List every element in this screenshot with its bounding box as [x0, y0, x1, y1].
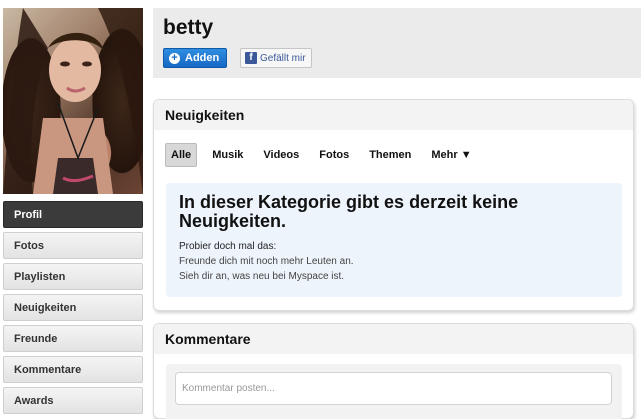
news-filter-tabs: Alle Musik Videos Fotos Themen Mehr ▼ [165, 143, 483, 167]
news-panel: Neuigkeiten Alle Musik Videos Fotos Them… [153, 99, 634, 311]
sidebar-item-label: Awards [14, 394, 54, 407]
sidebar-item-kommentare[interactable]: Kommentare [3, 356, 143, 383]
news-panel-title: Neuigkeiten [165, 107, 245, 123]
filter-tab-alle[interactable]: Alle [165, 143, 198, 167]
filter-tab-fotos[interactable]: Fotos [314, 143, 354, 167]
facebook-like-label: Gefällt mir [260, 52, 306, 64]
news-empty-state: In dieser Kategorie gibt es derzeit kein… [166, 183, 622, 297]
sidebar-item-label: Freunde [14, 332, 58, 345]
profile-sidebar-nav: Profil Fotos Playlisten Neuigkeiten Freu… [3, 201, 143, 418]
facebook-like-button[interactable]: f Gefällt mir [240, 48, 312, 68]
sidebar-item-playlisten[interactable]: Playlisten [3, 263, 143, 290]
sidebar-item-label: Fotos [14, 239, 44, 252]
sidebar-item-neuigkeiten[interactable]: Neuigkeiten [3, 294, 143, 321]
sidebar-item-fotos[interactable]: Fotos [3, 232, 143, 259]
empty-state-title: In dieser Kategorie gibt es derzeit kein… [179, 192, 519, 231]
sidebar-item-freunde[interactable]: Freunde [3, 325, 143, 352]
add-friend-button[interactable]: + Adden [163, 48, 228, 68]
comments-panel-title: Kommentare [165, 331, 251, 347]
filter-tab-videos[interactable]: Videos [258, 143, 304, 167]
comments-panel: Kommentare [153, 323, 634, 419]
profile-photo-art [3, 8, 143, 194]
sidebar-item-awards[interactable]: Awards [3, 387, 143, 414]
facebook-icon: f [245, 52, 257, 64]
profile-photo[interactable] [3, 8, 143, 194]
profile-header: betty + Adden f Gefällt mir [153, 8, 641, 78]
suggestion-add-friends[interactable]: Freunde dich mit noch mehr Leuten an. [179, 256, 609, 267]
sidebar-item-profil[interactable]: Profil [3, 201, 143, 228]
plus-icon: + [169, 52, 180, 64]
sidebar-item-label: Kommentare [14, 363, 82, 376]
add-friend-label: Adden [185, 52, 220, 64]
profile-name: betty [163, 16, 214, 39]
suggestion-whats-new[interactable]: Sieh dir an, was neu bei Myspace ist. [179, 271, 609, 282]
filter-tab-musik[interactable]: Musik [207, 143, 248, 167]
comment-input[interactable] [175, 372, 612, 405]
sidebar-item-label: Neuigkeiten [14, 301, 77, 314]
empty-state-hint: Probier doch mal das: [179, 241, 277, 252]
sidebar-item-label: Playlisten [14, 270, 66, 283]
sidebar-item-label: Profil [14, 208, 43, 221]
comment-compose-area [166, 364, 622, 419]
filter-tab-themen[interactable]: Themen [364, 143, 416, 167]
filter-tab-mehr[interactable]: Mehr ▼ [426, 143, 476, 167]
